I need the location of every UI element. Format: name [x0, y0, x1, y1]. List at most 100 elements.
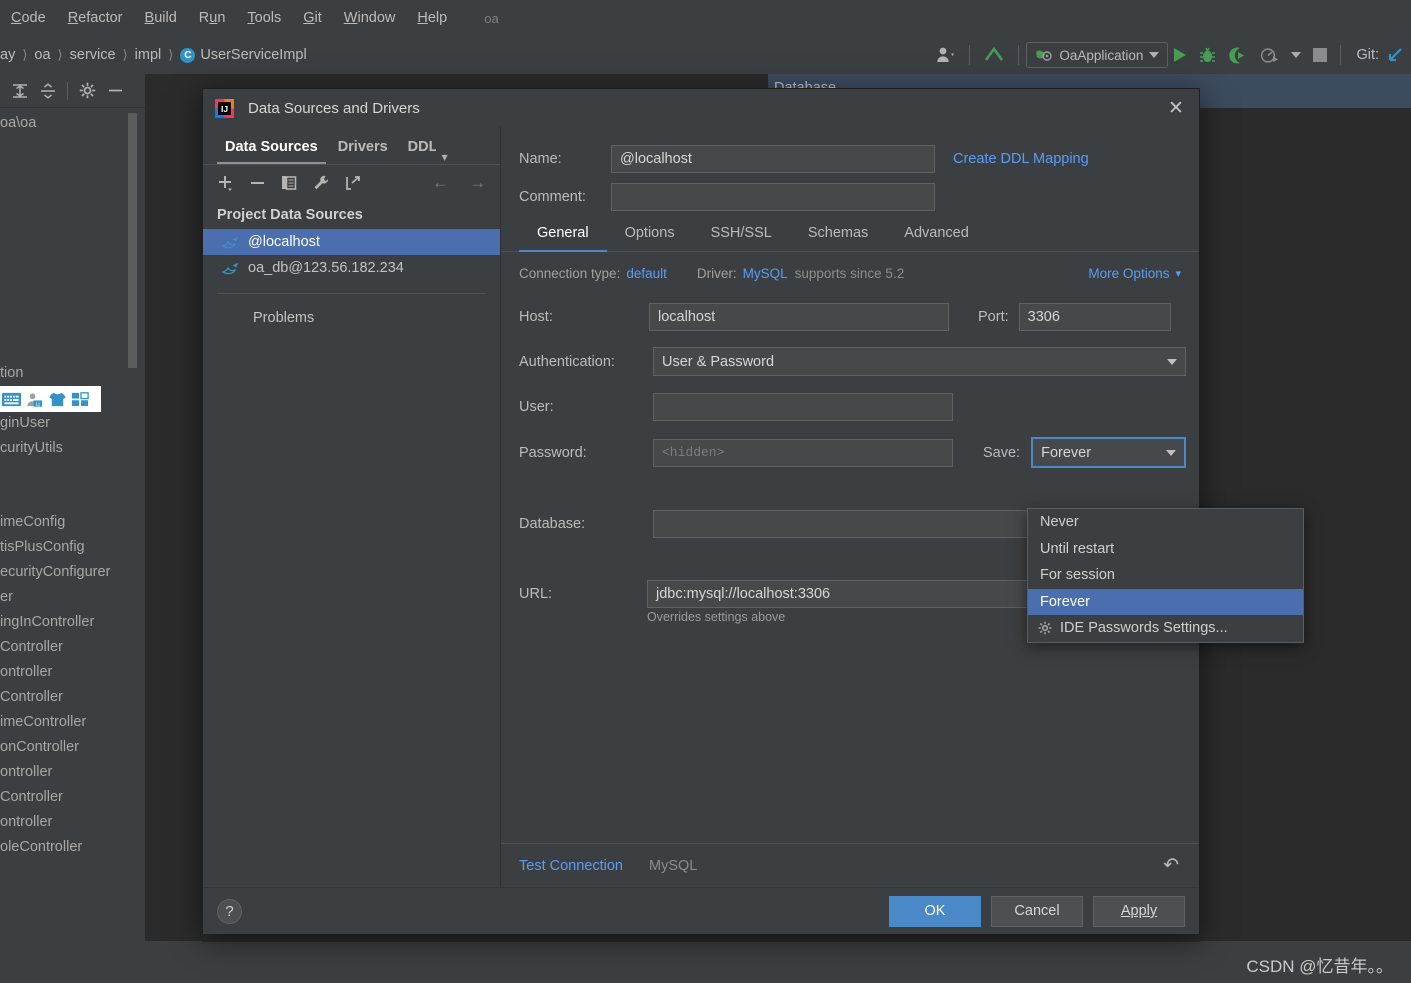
tree-item[interactable]: Controller — [0, 685, 145, 710]
menu-build[interactable]: Build — [134, 0, 188, 36]
tree-item[interactable]: er — [0, 585, 145, 610]
project-tree[interactable]: oa\oa tion ginUser curityUtils imeConfig… — [0, 108, 145, 941]
close-icon[interactable]: ✕ — [1163, 97, 1189, 121]
ok-button[interactable]: OK — [889, 895, 981, 927]
dropdown-option-ide-passwords-settings[interactable]: IDE Passwords Settings... — [1028, 615, 1303, 642]
tshirt-icon — [49, 392, 66, 406]
driver-value[interactable]: MySQL — [743, 266, 788, 281]
tree-item[interactable]: imeController — [0, 710, 145, 735]
data-source-item-localhost[interactable]: @localhost — [203, 229, 500, 255]
port-input[interactable]: 3306 — [1018, 303, 1171, 331]
tree-item[interactable]: ontroller — [0, 810, 145, 835]
tab-general[interactable]: General — [519, 217, 607, 252]
tree-item[interactable]: Controller — [0, 635, 145, 660]
user-badge-icon: 11 — [27, 392, 43, 407]
forward-icon[interactable]: → — [469, 173, 486, 193]
tree-item[interactable]: oa\oa — [0, 111, 145, 136]
save-value: Forever — [1041, 444, 1092, 461]
tab-advanced[interactable]: Advanced — [886, 217, 987, 251]
user-input[interactable] — [653, 393, 953, 421]
tree-scrollbar[interactable] — [128, 113, 137, 368]
menu-tools[interactable]: Tools — [236, 0, 292, 36]
tree-item[interactable]: tion — [0, 361, 145, 386]
add-icon[interactable] — [215, 173, 236, 194]
tab-data-sources[interactable]: Data Sources — [215, 130, 328, 164]
revert-icon[interactable]: ↶ — [1163, 854, 1179, 877]
dropdown-option-forever[interactable]: Forever — [1028, 588, 1303, 615]
problems-item[interactable]: Problems — [203, 294, 500, 326]
breadcrumb-separator: ⟩ — [57, 47, 63, 62]
save-select[interactable]: Forever — [1031, 437, 1187, 468]
password-input[interactable]: <hidden> — [653, 438, 953, 467]
data-source-item-oa-db[interactable]: oa_db@123.56.182.234 — [203, 255, 500, 281]
menu-git[interactable]: Git — [292, 0, 333, 36]
run-configuration-selector[interactable]: Data Sources and Drivers OaApplication — [1026, 42, 1169, 68]
menu-run[interactable]: Run — [188, 0, 237, 36]
create-ddl-mapping-link[interactable]: Create DDL Mapping — [953, 151, 1089, 167]
breadcrumb-4[interactable]: UserServiceImpl — [200, 47, 306, 63]
tree-item[interactable]: ginUser — [0, 411, 145, 436]
tab-options[interactable]: Options — [607, 217, 693, 251]
hide-icon[interactable] — [103, 79, 127, 103]
comment-input[interactable] — [611, 183, 935, 211]
copy-icon[interactable] — [279, 173, 300, 194]
tab-ddl[interactable]: DDL — [398, 130, 436, 164]
test-connection-link[interactable]: Test Connection — [519, 858, 623, 874]
grid-icon — [71, 391, 89, 406]
breadcrumb-3[interactable]: impl — [135, 47, 162, 63]
tree-item[interactable]: ingInController — [0, 610, 145, 635]
update-project-icon[interactable] — [977, 40, 1011, 70]
chevron-down-icon[interactable]: ▾ — [1175, 267, 1181, 280]
cancel-button[interactable]: Cancel — [991, 895, 1083, 927]
tree-item[interactable]: ontroller — [0, 660, 145, 685]
breadcrumb-1[interactable]: oa — [34, 47, 50, 63]
share-icon[interactable] — [343, 173, 364, 194]
run-with-coverage-button[interactable] — [1223, 40, 1254, 70]
gear-icon[interactable] — [75, 79, 99, 103]
dialog-title-bar[interactable]: IJ Data Sources and Drivers ✕ — [203, 89, 1199, 127]
menu-refactor[interactable]: Refactor — [57, 0, 134, 36]
menu-help[interactable]: Help — [406, 0, 458, 36]
profiler-dropdown-icon[interactable] — [1285, 40, 1307, 70]
menu-code[interactable]: Code — [0, 0, 57, 36]
divider — [1340, 45, 1342, 65]
menu-window[interactable]: Window — [333, 0, 407, 36]
tree-item[interactable]: imeConfig — [0, 510, 145, 535]
password-label: Password: — [519, 444, 587, 461]
run-button[interactable] — [1168, 40, 1192, 70]
help-button[interactable]: ? — [217, 898, 242, 924]
name-input[interactable]: @localhost — [611, 145, 935, 173]
tab-drivers[interactable]: Drivers — [328, 130, 398, 164]
tree-item[interactable]: curityUtils — [0, 436, 145, 461]
tree-item[interactable]: oleController — [0, 835, 145, 860]
remove-icon[interactable] — [247, 173, 268, 194]
host-input[interactable]: localhost — [649, 303, 949, 331]
connection-type-value[interactable]: default — [626, 266, 667, 281]
dropdown-option-never[interactable]: Never — [1028, 509, 1303, 536]
debug-button[interactable] — [1192, 40, 1223, 70]
more-options-link[interactable]: More Options — [1088, 266, 1169, 281]
wrench-icon[interactable] — [311, 173, 332, 194]
breadcrumb-2[interactable]: service — [70, 47, 116, 63]
chevron-down-icon[interactable]: ▾ — [442, 150, 448, 164]
user-account-icon[interactable] — [930, 40, 962, 70]
dropdown-option-for-session[interactable]: For session — [1028, 562, 1303, 589]
dropdown-option-until-restart[interactable]: Until restart — [1028, 536, 1303, 563]
back-icon[interactable]: ← — [432, 173, 449, 193]
breadcrumb-0[interactable]: ay — [0, 47, 15, 63]
stop-button[interactable] — [1307, 40, 1333, 70]
git-update-icon[interactable] — [1379, 40, 1411, 70]
authentication-select[interactable]: User & Password — [653, 347, 1186, 376]
save-dropdown-popup: Never Until restart For session Forever … — [1027, 508, 1304, 643]
tab-schemas[interactable]: Schemas — [790, 217, 886, 251]
apply-button[interactable]: Apply — [1093, 895, 1185, 927]
profiler-button[interactable] — [1254, 40, 1285, 70]
tree-item[interactable]: onController — [0, 735, 145, 760]
tree-item[interactable]: Controller — [0, 785, 145, 810]
collapse-all-icon[interactable] — [36, 79, 60, 103]
expand-all-icon[interactable] — [8, 79, 32, 103]
tree-item[interactable]: ontroller — [0, 760, 145, 785]
tree-item[interactable]: tisPlusConfig — [0, 535, 145, 560]
tree-item[interactable]: ecurityConfigurer — [0, 560, 145, 585]
tab-ssh-ssl[interactable]: SSH/SSL — [693, 217, 790, 251]
